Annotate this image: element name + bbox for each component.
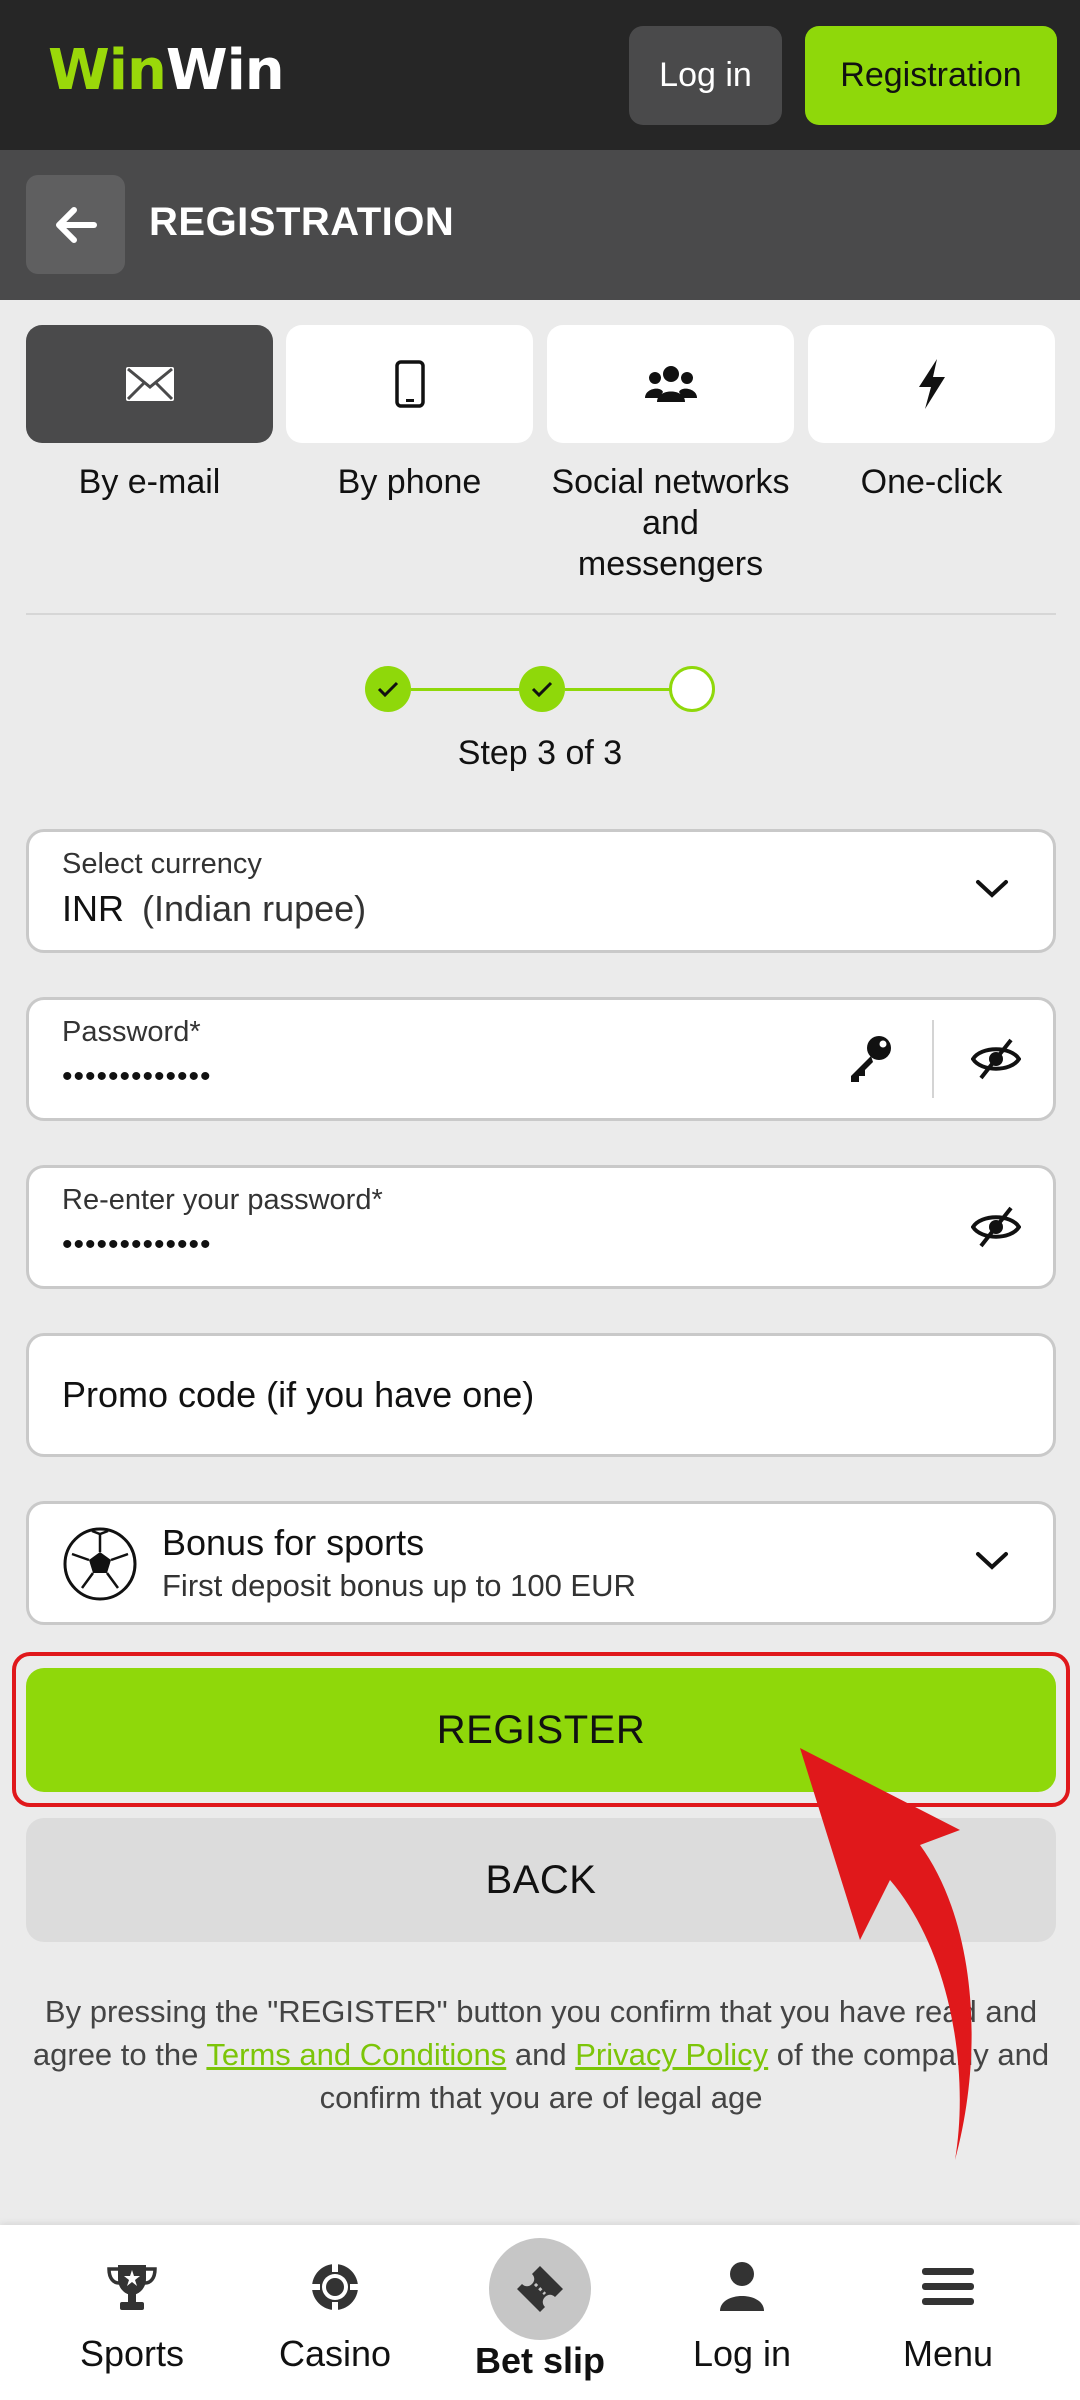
- step-indicator-text: Step 3 of 3: [457, 734, 623, 772]
- chevron-down-icon: [976, 1552, 1008, 1570]
- step-2-complete: [519, 666, 565, 712]
- currency-value: INR (Indian rupee): [62, 888, 366, 930]
- privacy-link[interactable]: Privacy Policy: [575, 2037, 768, 2072]
- casino-chip-icon: [312, 2264, 358, 2310]
- field-separator: [932, 1020, 934, 1098]
- step-connector: [411, 688, 519, 691]
- currency-label: Select currency: [62, 848, 262, 880]
- terms-link[interactable]: Terms and Conditions: [206, 2037, 506, 2072]
- nav-menu-label: Menu: [902, 2333, 994, 2374]
- chevron-down-icon: [976, 880, 1008, 898]
- nav-menu[interactable]: Menu: [848, 2225, 1048, 2400]
- step-connector: [565, 688, 673, 691]
- nav-casino[interactable]: Casino: [235, 2225, 435, 2400]
- bonus-select[interactable]: Bonus for sports First deposit bonus up …: [26, 1501, 1056, 1625]
- promo-code-input[interactable]: Promo code (if you have one): [26, 1333, 1056, 1457]
- nav-bet-slip[interactable]: [489, 2238, 591, 2340]
- nav-sports[interactable]: Sports: [32, 2225, 232, 2400]
- nav-casino-label: Casino: [278, 2333, 392, 2374]
- password-label: Password*: [62, 1016, 201, 1048]
- tab-by-phone[interactable]: [286, 325, 533, 443]
- password-field[interactable]: Password* •••••••••••••: [26, 997, 1056, 1121]
- user-icon: [720, 2262, 764, 2311]
- envelope-icon: [125, 367, 174, 401]
- step-1-complete: [365, 666, 411, 712]
- users-icon: [644, 366, 697, 402]
- lightning-icon: [918, 359, 945, 409]
- tab-label-social: Social networks and messengers: [551, 463, 790, 583]
- currency-select[interactable]: Select currency INR (Indian rupee): [26, 829, 1056, 953]
- soccer-ball-icon: [63, 1527, 137, 1601]
- ticket-icon: [517, 2266, 563, 2312]
- registration-button[interactable]: Registration: [805, 26, 1057, 125]
- repeat-password-label: Re-enter your password*: [62, 1184, 383, 1216]
- nav-bet-slip-label: Bet slip: [474, 2340, 606, 2381]
- promo-code-placeholder: Promo code (if you have one): [62, 1374, 535, 1415]
- currency-code: INR: [62, 888, 124, 929]
- tab-one-click[interactable]: [808, 325, 1055, 443]
- key-icon[interactable]: [847, 1034, 895, 1084]
- nav-sports-label: Sports: [79, 2333, 185, 2374]
- repeat-password-field[interactable]: Re-enter your password* •••••••••••••: [26, 1165, 1056, 1289]
- annotation-arrow-icon: [800, 1748, 972, 2160]
- eye-slash-icon[interactable]: [971, 1038, 1021, 1080]
- winwin-logo[interactable]: WinWin: [48, 38, 285, 103]
- trophy-icon: [107, 2265, 157, 2310]
- page-title: REGISTRATION: [149, 200, 455, 244]
- eye-slash-icon[interactable]: [971, 1206, 1021, 1248]
- arrow-left-icon: [55, 206, 97, 243]
- nav-login[interactable]: Log in: [642, 2225, 842, 2400]
- phone-icon: [394, 360, 425, 408]
- tab-label-email: By e-mail: [78, 463, 221, 501]
- bonus-subtitle: First deposit bonus up to 100 EUR: [162, 1568, 636, 1603]
- tab-label-one-click: One-click: [860, 463, 1003, 501]
- password-value: •••••••••••••: [62, 1060, 212, 1093]
- login-button[interactable]: Log in: [629, 26, 782, 125]
- back-button[interactable]: [26, 175, 125, 274]
- tab-by-email[interactable]: [26, 325, 273, 443]
- progress-stepper: [365, 666, 715, 712]
- repeat-password-value: •••••••••••••: [62, 1228, 212, 1261]
- check-icon: [377, 681, 399, 698]
- check-icon: [531, 681, 553, 698]
- hamburger-menu-icon: [922, 2268, 974, 2305]
- step-3-current: [669, 666, 715, 712]
- divider: [26, 613, 1056, 615]
- currency-name: (Indian rupee): [142, 888, 367, 929]
- tab-social-networks[interactable]: [547, 325, 794, 443]
- bonus-title: Bonus for sports: [162, 1522, 425, 1563]
- tab-label-phone: By phone: [337, 463, 482, 501]
- nav-login-label: Log in: [692, 2333, 792, 2374]
